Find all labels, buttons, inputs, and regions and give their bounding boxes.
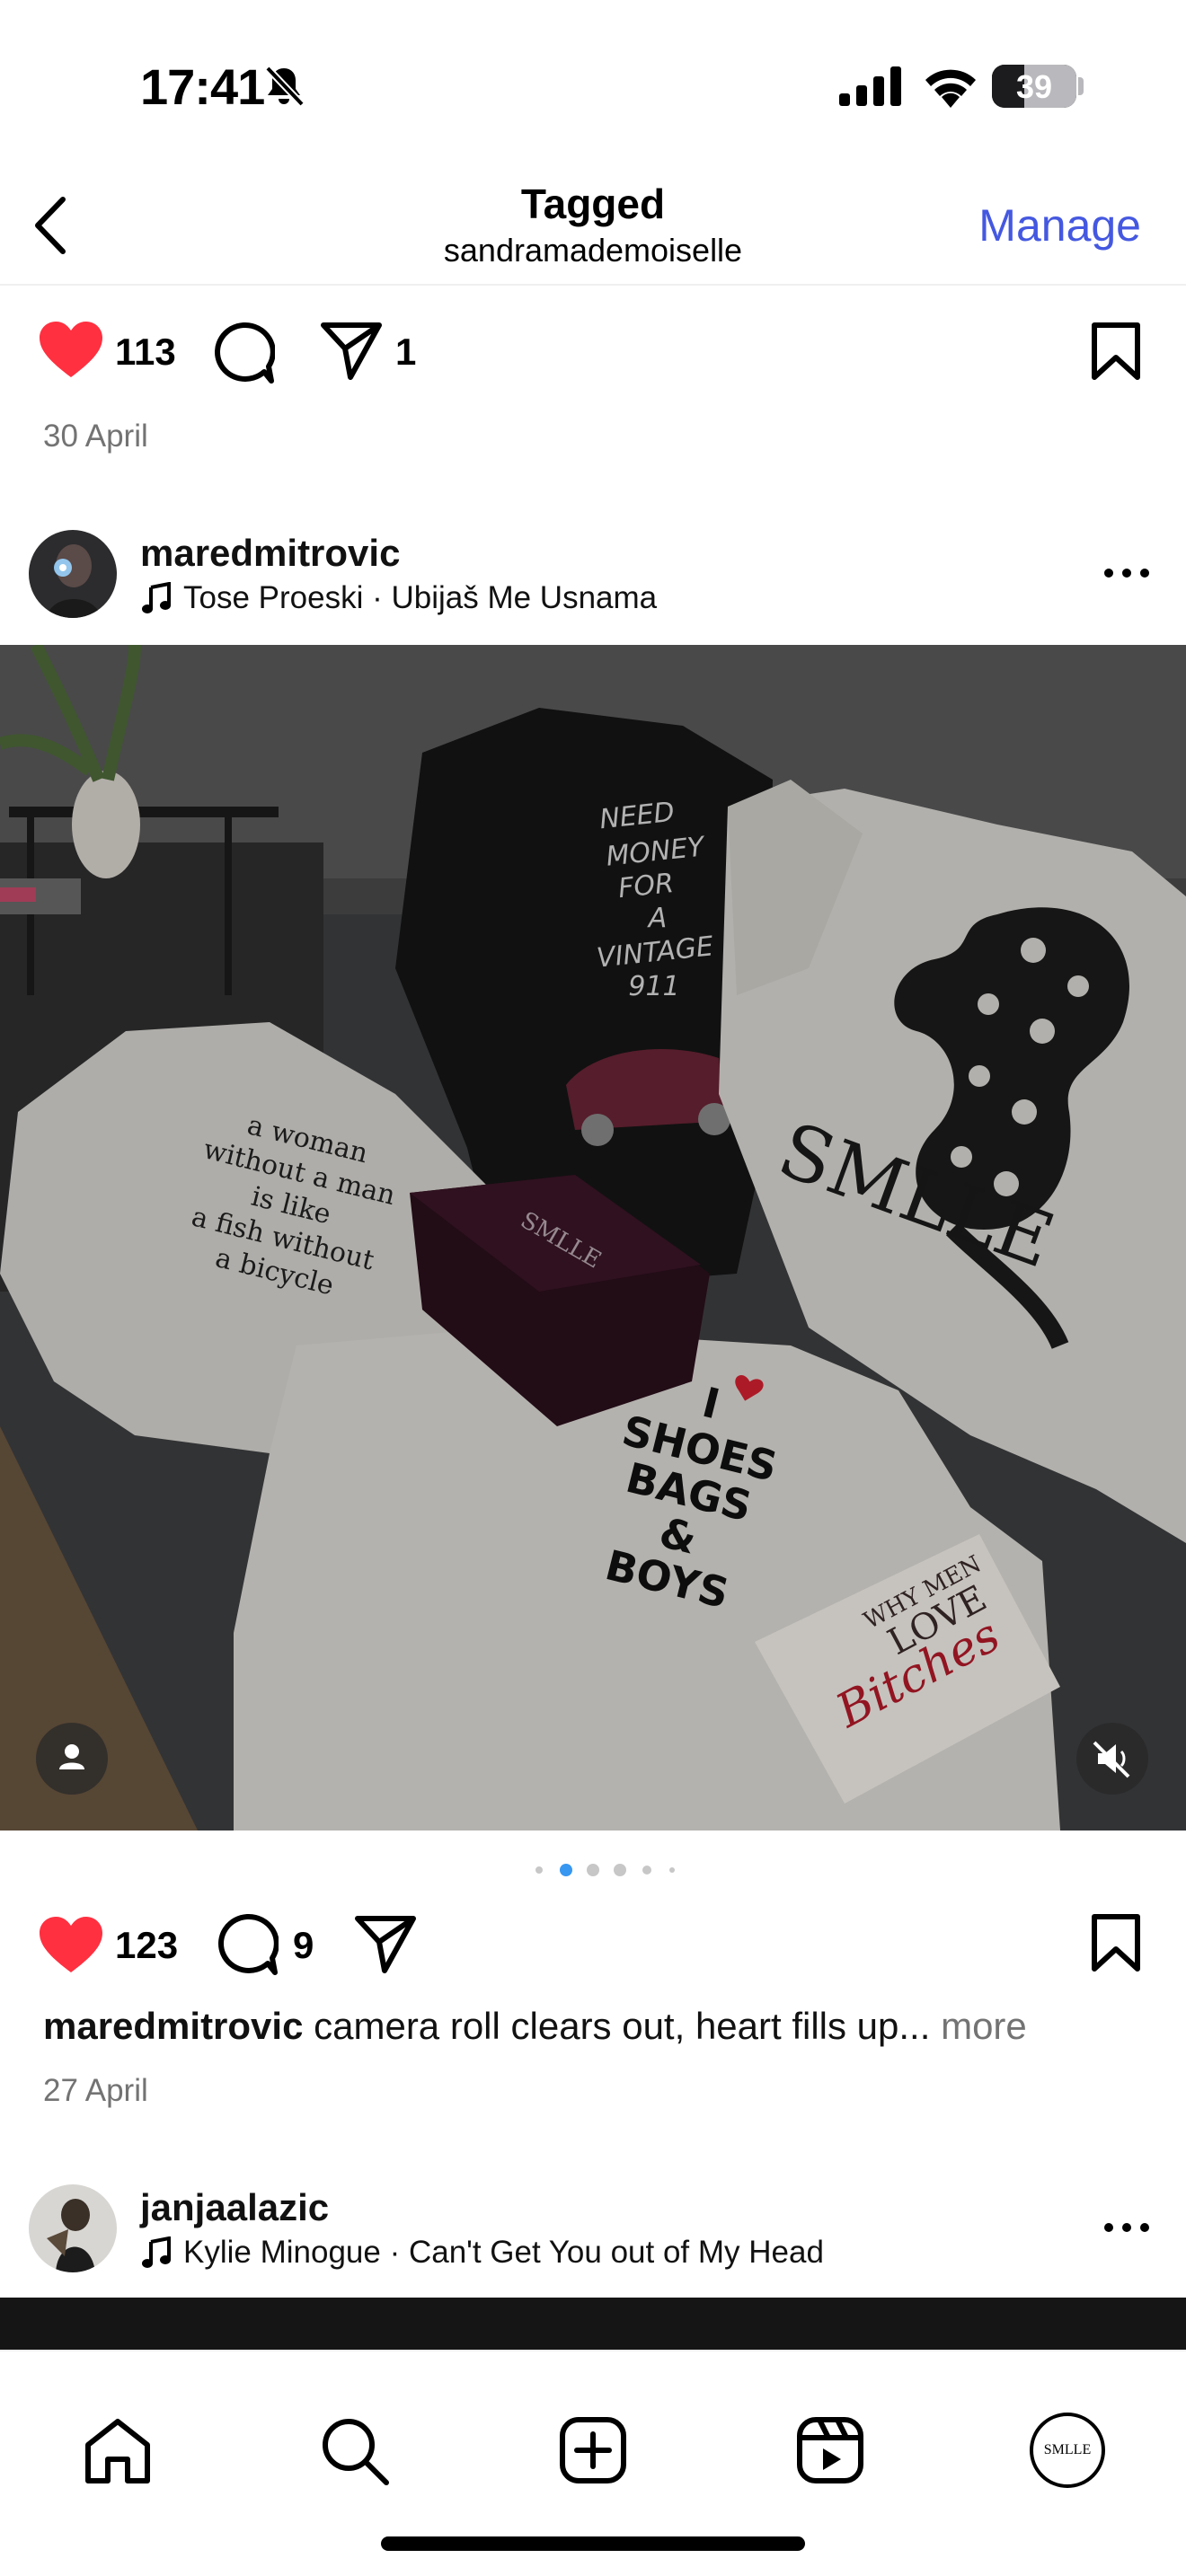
share-count[interactable]: 1	[395, 331, 416, 374]
like-heart-icon[interactable]	[38, 1915, 104, 1974]
bookmark-icon[interactable]	[1089, 322, 1143, 381]
caption-more-link[interactable]: more	[941, 2005, 1027, 2047]
battery-level: 39	[1015, 68, 1053, 105]
post-date: 27 April	[43, 2073, 148, 2108]
more-options-icon[interactable]	[1100, 564, 1154, 582]
post-date: 30 April	[43, 419, 148, 454]
post-username[interactable]: janjaalazic	[140, 2186, 329, 2229]
manage-button[interactable]: Manage	[978, 199, 1141, 251]
page-subtitle: sandramademoiselle	[443, 232, 743, 269]
profile-avatar[interactable]: SMLLE	[1030, 2413, 1105, 2488]
battery-icon: 39	[992, 65, 1076, 108]
person-icon	[59, 1744, 84, 1769]
post-image[interactable]: NEED MONEY FOR A VINTAGE 911 SMLLE a wom…	[0, 645, 1186, 1831]
header-divider	[0, 284, 1186, 286]
music-track[interactable]: Tose Proeski · Ubijaš Me Usnama	[183, 580, 657, 616]
back-button[interactable]	[27, 194, 75, 257]
comment-icon[interactable]	[212, 322, 275, 384]
reels-icon[interactable]	[796, 2416, 864, 2484]
page-title: Tagged	[520, 181, 666, 227]
bookmark-icon[interactable]	[1089, 1913, 1143, 1972]
music-note-icon	[142, 2236, 171, 2268]
battery-cap	[1078, 77, 1084, 95]
music-track[interactable]: Kylie Minogue · Can't Get You out of My …	[183, 2235, 824, 2271]
share-icon[interactable]	[354, 1915, 417, 1974]
comment-count[interactable]: 9	[293, 1924, 314, 1967]
comment-icon[interactable]	[216, 1913, 279, 1976]
wifi-icon	[925, 69, 976, 108]
music-note-icon	[142, 582, 171, 613]
caption-username[interactable]: maredmitrovic	[43, 2005, 303, 2047]
avatar[interactable]	[29, 530, 117, 618]
share-icon[interactable]	[320, 322, 383, 381]
like-heart-icon[interactable]	[38, 320, 104, 379]
mute-button[interactable]	[1076, 1723, 1148, 1795]
more-options-icon[interactable]	[1100, 2219, 1154, 2236]
create-icon[interactable]	[559, 2416, 627, 2484]
post-username[interactable]: maredmitrovic	[140, 532, 400, 575]
like-count[interactable]: 123	[115, 1924, 178, 1967]
speaker-muted-icon	[1093, 1741, 1130, 1778]
bell-slash-icon	[265, 66, 305, 107]
search-icon[interactable]	[320, 2416, 390, 2486]
status-time: 17:41	[140, 58, 265, 115]
next-post-image[interactable]	[0, 2298, 1186, 2351]
carousel-indicator	[535, 1864, 675, 1876]
avatar[interactable]	[29, 2184, 117, 2272]
like-count[interactable]: 113	[115, 331, 176, 374]
post-caption: maredmitrovic camera roll clears out, he…	[43, 2005, 1027, 2048]
caption-text: camera roll clears out, heart fills up..…	[303, 2005, 942, 2047]
home-icon[interactable]	[83, 2418, 153, 2484]
signal-icon	[839, 66, 901, 106]
home-indicator	[381, 2536, 805, 2551]
tagged-people-button[interactable]	[36, 1723, 108, 1795]
